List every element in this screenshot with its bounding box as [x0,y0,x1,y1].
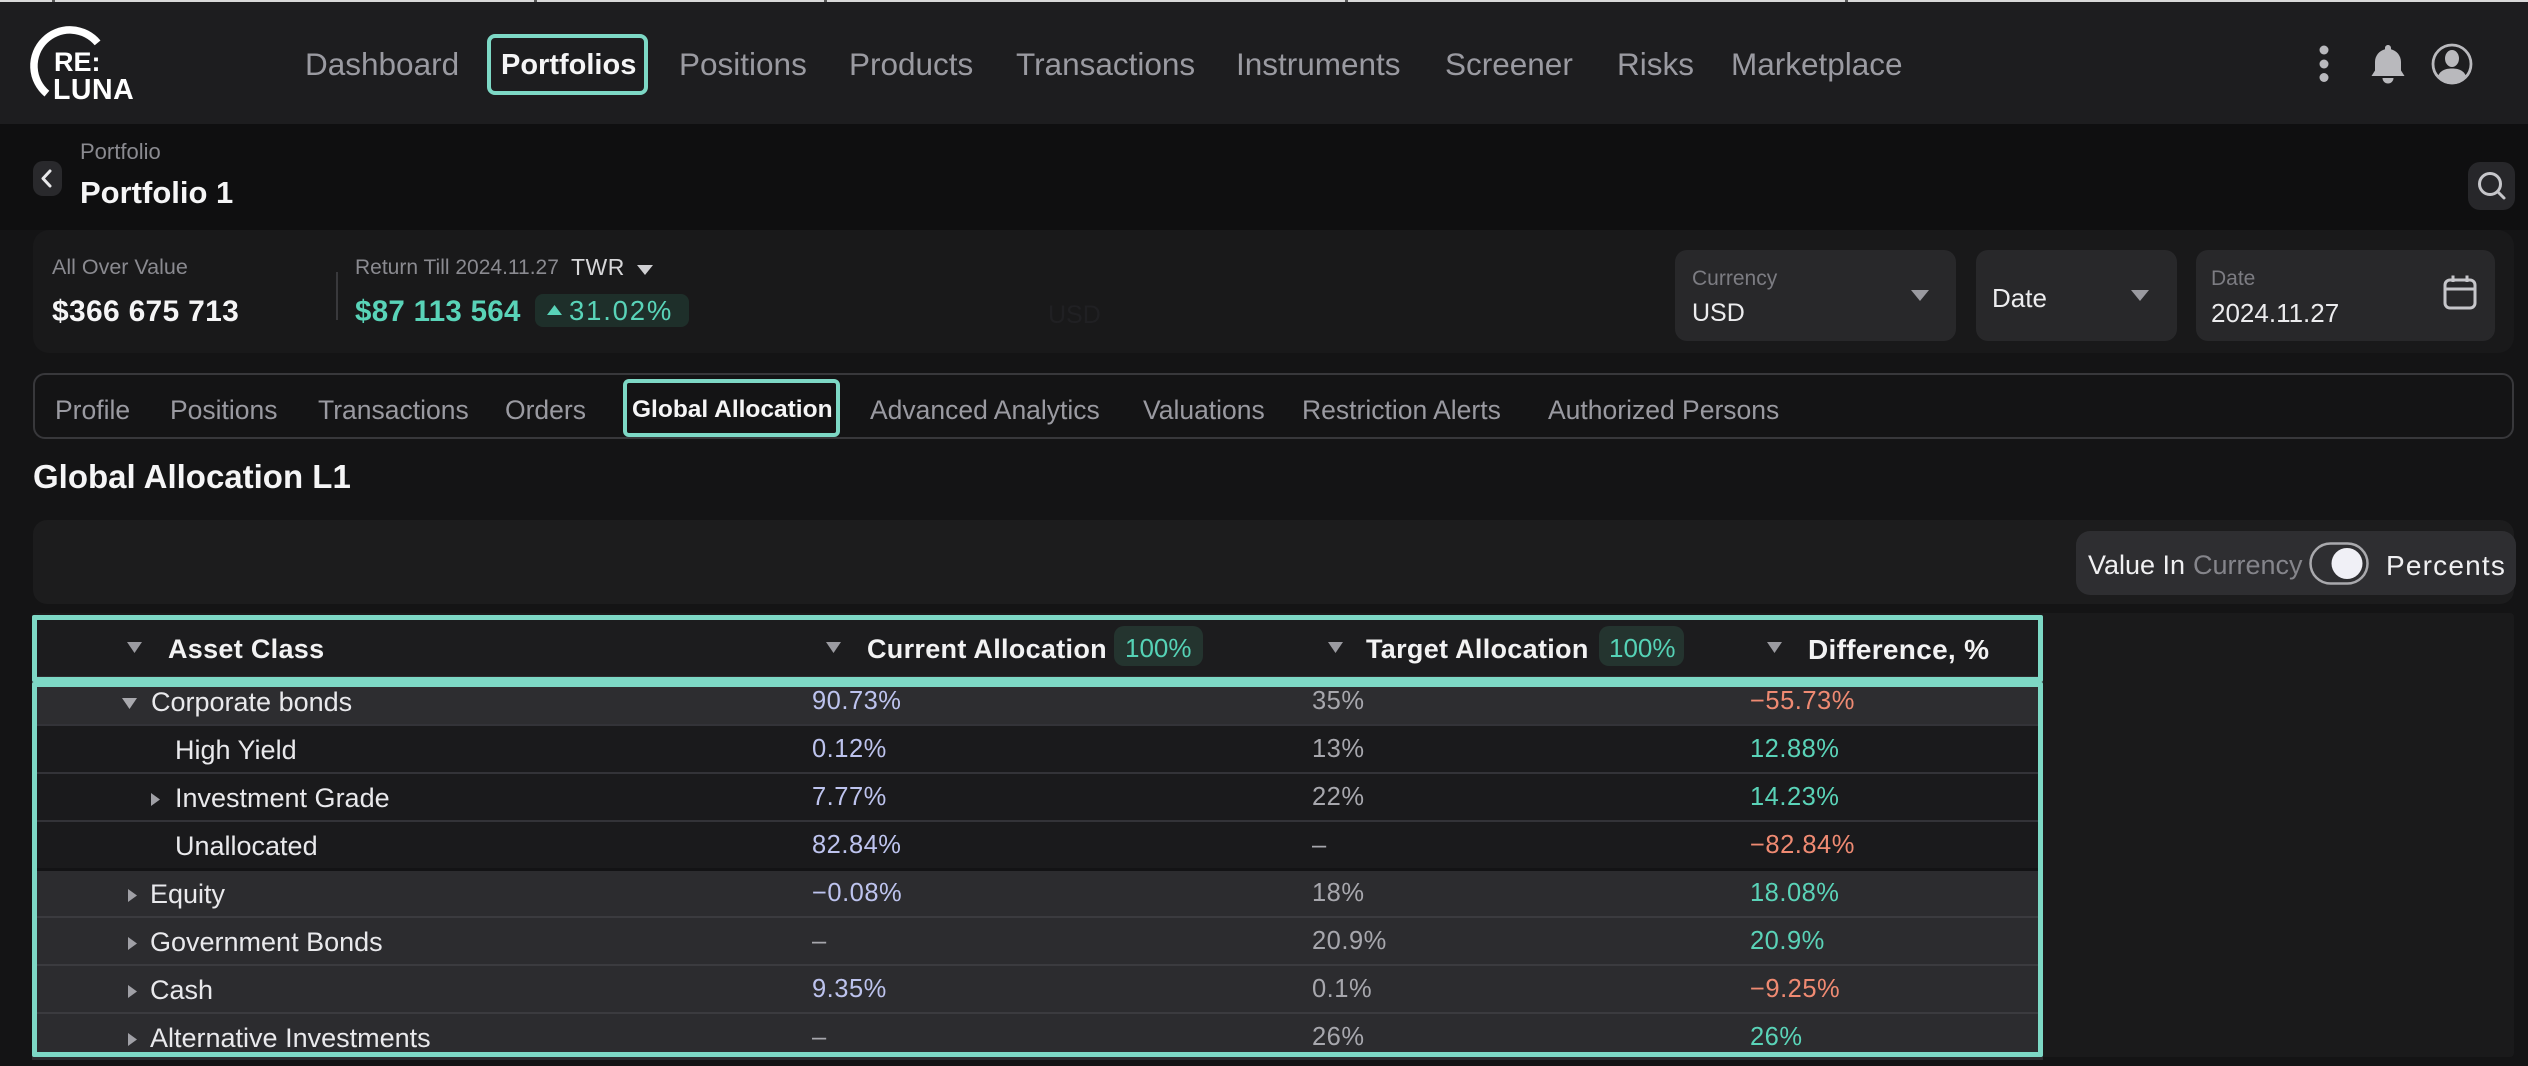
svg-text:LUNA: LUNA [53,74,134,106]
svg-text:RE:: RE: [54,47,101,77]
